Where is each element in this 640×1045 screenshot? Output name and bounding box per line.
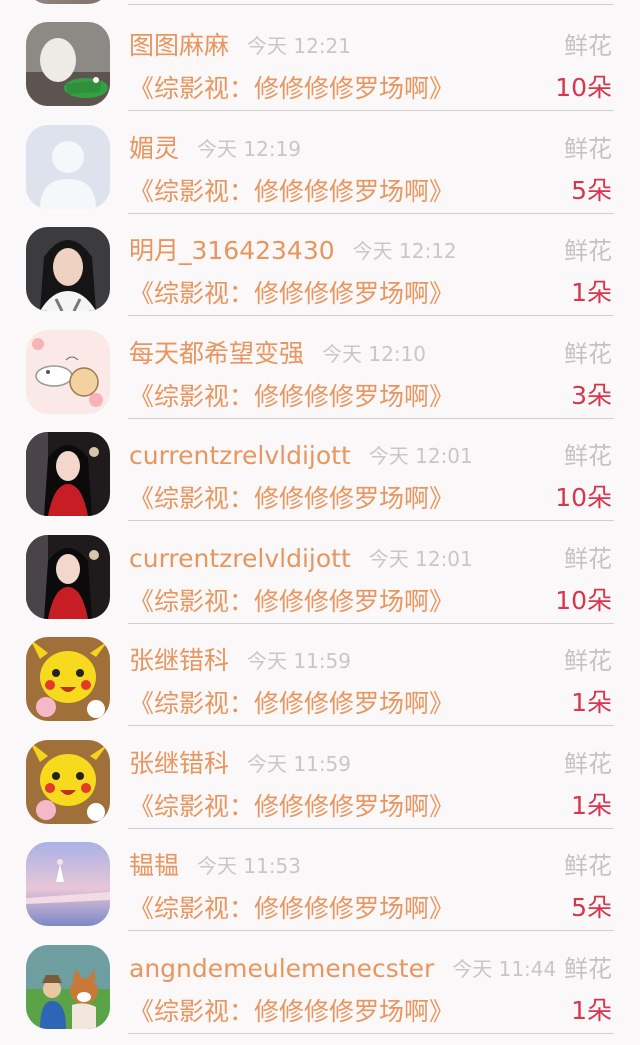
user-name-text: 明月_316423430	[129, 236, 335, 265]
gift-time: 今天 12:19	[197, 136, 302, 161]
avatar-photo-toy-icon	[26, 22, 110, 106]
gift-type-label: 鲜花	[564, 852, 612, 880]
avatar-pikachu-icon	[26, 739, 110, 824]
gift-list-item[interactable]: currentzrelvldijott 今天 12:01 鲜花 《综影视：修修修修…	[0, 414, 640, 521]
user-name[interactable]: 明月_316423430 今天 12:12	[129, 231, 457, 271]
gift-time: 今天 11:44	[452, 956, 557, 981]
avatar[interactable]	[26, 637, 110, 721]
book-title[interactable]: 《综影视：修修修修罗场啊》	[129, 377, 454, 417]
flower-count: 5朵	[571, 893, 612, 922]
avatar[interactable]	[26, 22, 110, 106]
gift-list-item[interactable]: currentzrelvldijott 今天 12:01 鲜花 《综影视：修修修修…	[0, 517, 640, 624]
book-title[interactable]: 《综影视：修修修修罗场啊》	[129, 889, 454, 929]
user-name-text: 韫韫	[129, 851, 180, 880]
book-title[interactable]: 《综影视：修修修修罗场啊》	[129, 684, 454, 724]
user-name[interactable]: 张继错科 今天 11:59	[129, 641, 351, 681]
gift-list-item[interactable]: 媚灵 今天 12:19 鲜花 《综影视：修修修修罗场啊》 5朵	[0, 107, 640, 214]
user-name[interactable]: 每天都希望变强 今天 12:10	[129, 334, 426, 374]
user-name[interactable]: angndemeulemenecster 今天 11:44	[129, 949, 556, 989]
user-name[interactable]: 图图麻麻 今天 12:21	[129, 26, 351, 66]
gift-type-label: 鲜花	[564, 954, 612, 983]
user-name-text: 张继错科	[129, 646, 230, 675]
avatar-photo-person-icon	[26, 227, 110, 311]
avatar[interactable]	[26, 842, 110, 926]
gift-list-item[interactable]: 图图麻麻 今天 12:21 鲜花 《综影视：修修修修罗场啊》 10朵	[0, 4, 640, 111]
flower-count: 1朵	[571, 688, 612, 717]
flower-count: 1朵	[571, 790, 612, 820]
user-name-text: 每天都希望变强	[129, 338, 305, 368]
book-title[interactable]: 《综影视：修修修修罗场啊》	[129, 582, 454, 622]
user-name[interactable]: 张继错科 今天 11:59	[129, 744, 351, 784]
book-title[interactable]: 《综影视：修修修修罗场啊》	[129, 274, 454, 314]
avatar[interactable]	[26, 227, 110, 311]
book-title[interactable]: 《综影视：修修修修罗场啊》	[129, 479, 454, 519]
gift-type-label: 鲜花	[564, 339, 612, 368]
flower-count: 10朵	[555, 483, 612, 512]
avatar[interactable]	[26, 534, 110, 619]
flower-gift-list: 图图麻麻 今天 12:21 鲜花 《综影视：修修修修罗场啊》 10朵 媚灵 今天 1…	[0, 0, 640, 1045]
avatar-dog-photo-icon	[26, 944, 110, 1029]
user-name[interactable]: currentzrelvldijott 今天 12:01	[129, 539, 473, 579]
gift-type-label: 鲜花	[564, 544, 612, 573]
gift-type-label: 鲜花	[564, 32, 612, 60]
avatar[interactable]	[26, 124, 110, 209]
flower-count: 10朵	[555, 585, 612, 615]
book-title[interactable]: 《综影视：修修修修罗场啊》	[129, 69, 454, 109]
avatar[interactable]	[26, 739, 110, 824]
user-name-text: 图图麻麻	[129, 31, 230, 60]
user-name-text: currentzrelvldijott	[129, 543, 351, 573]
gift-list-item[interactable]: 张继错科 今天 11:59 鲜花 《综影视：修修修修罗场啊》 1朵	[0, 619, 640, 726]
book-title[interactable]: 《综影视：修修修修罗场啊》	[129, 787, 454, 827]
gift-list-item[interactable]: 韫韫 今天 11:53 鲜花 《综影视：修修修修罗场啊》 5朵	[0, 824, 640, 931]
book-title[interactable]: 《综影视：修修修修罗场啊》	[129, 992, 454, 1032]
user-name[interactable]: 媚灵 今天 12:19	[129, 129, 301, 169]
avatar-pikachu-icon	[26, 637, 110, 721]
gift-list-item[interactable]: 每天都希望变强 今天 12:10 鲜花 《综影视：修修修修罗场啊》 3朵	[0, 312, 640, 419]
avatar-cats-drawing-icon	[26, 329, 110, 414]
gift-list-item[interactable]: 明月_316423430 今天 12:12 鲜花 《综影视：修修修修罗场啊》 1朵	[0, 209, 640, 316]
default-avatar-icon	[26, 124, 110, 209]
avatar-photo-woman-icon	[26, 432, 110, 516]
user-name[interactable]: currentzrelvldijott 今天 12:01	[129, 436, 473, 476]
flower-count: 5朵	[571, 175, 612, 205]
user-name-text: currentzrelvldijott	[129, 441, 351, 470]
gift-list-item[interactable]: angndemeulemenecster 今天 11:44 鲜花 《综影视：修修修…	[0, 927, 640, 1034]
user-name-text: 媚灵	[129, 133, 180, 163]
gift-type-label: 鲜花	[564, 647, 612, 675]
user-name-text: angndemeulemenecster	[129, 953, 435, 983]
avatar[interactable]	[26, 329, 110, 414]
divider	[128, 1032, 614, 1034]
gift-type-label: 鲜花	[564, 134, 612, 163]
avatar-photo-woman-icon	[26, 534, 110, 619]
flower-count: 10朵	[555, 73, 612, 102]
flower-count: 3朵	[571, 380, 612, 410]
avatar[interactable]	[26, 432, 110, 516]
gift-time: 今天 12:01	[368, 546, 473, 571]
gift-list-item[interactable]: 张继错科 今天 11:59 鲜花 《综影视：修修修修罗场啊》 1朵	[0, 722, 640, 829]
gift-type-label: 鲜花	[564, 442, 612, 470]
user-name[interactable]: 韫韫 今天 11:53	[129, 846, 301, 886]
book-title[interactable]: 《综影视：修修修修罗场啊》	[129, 172, 454, 212]
gift-time: 今天 11:59	[247, 751, 352, 776]
gift-time: 今天 12:01	[368, 444, 473, 468]
flower-count: 1朵	[571, 278, 612, 307]
avatar-sky-scene-icon	[26, 842, 110, 926]
gift-time: 今天 12:12	[352, 239, 457, 263]
gift-time: 今天 11:59	[247, 649, 352, 673]
avatar[interactable]	[26, 944, 110, 1029]
gift-type-label: 鲜花	[564, 237, 612, 265]
flower-count: 1朵	[571, 995, 612, 1025]
gift-time: 今天 12:10	[322, 341, 427, 366]
gift-type-label: 鲜花	[564, 749, 612, 778]
gift-time: 今天 12:21	[247, 34, 352, 58]
gift-time: 今天 11:53	[197, 854, 302, 878]
user-name-text: 张继错科	[129, 748, 230, 778]
